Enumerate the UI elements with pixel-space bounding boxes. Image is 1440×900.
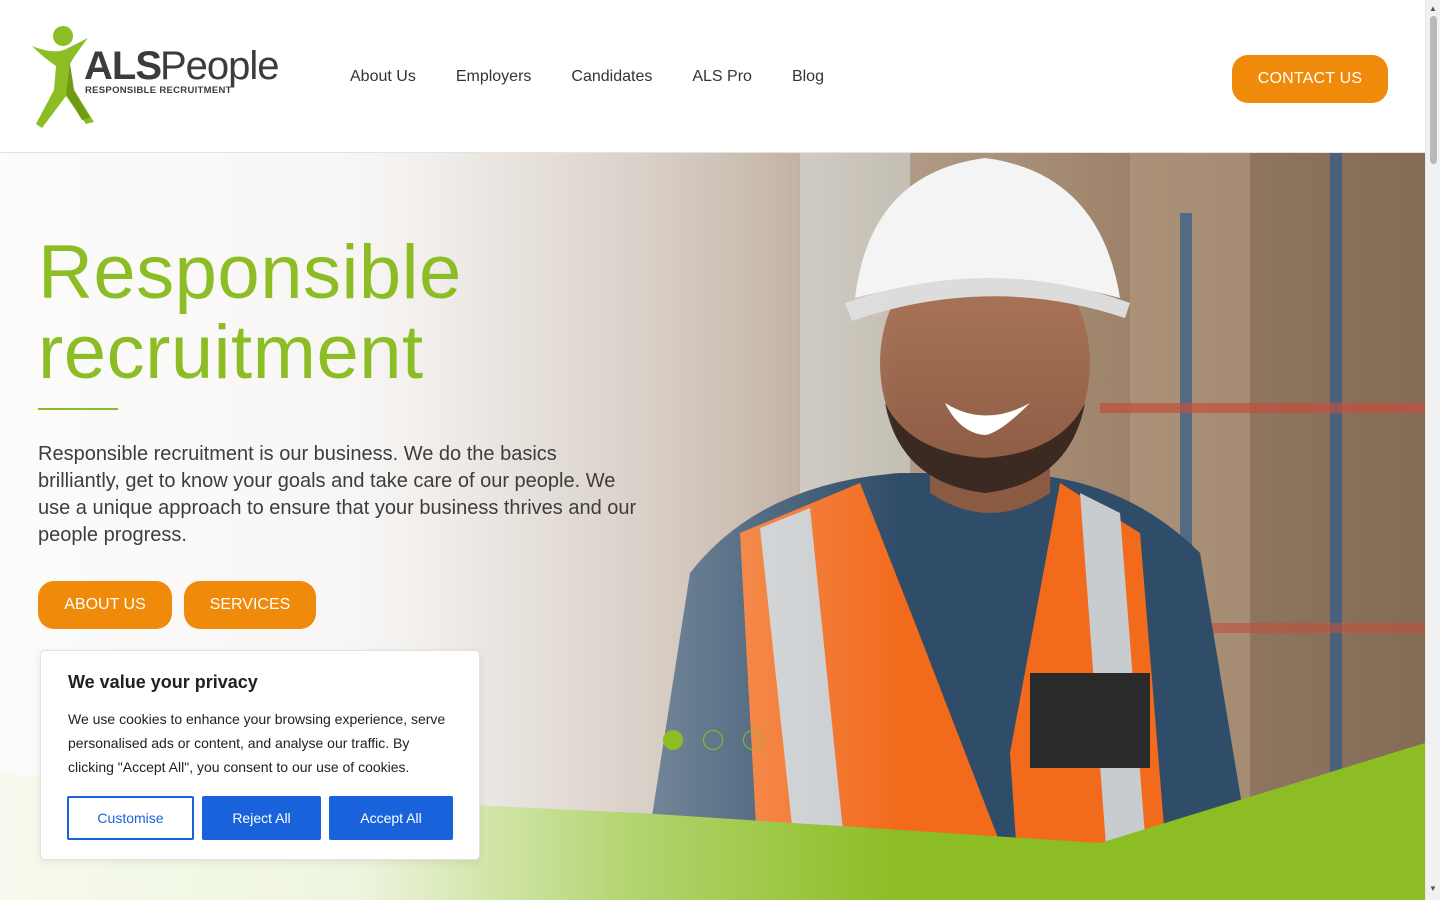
main-nav: About Us Employers Candidates ALS Pro Bl… — [350, 68, 864, 86]
services-button[interactable]: SERVICES — [184, 581, 316, 629]
cookie-title: We value your privacy — [68, 672, 258, 692]
nav-blog[interactable]: Blog — [792, 68, 824, 86]
scrollbar-thumb[interactable] — [1430, 16, 1437, 164]
nav-about-us[interactable]: About Us — [350, 68, 416, 86]
reject-all-button[interactable]: Reject All — [202, 796, 321, 840]
als-people-logo[interactable]: ALS People RESPONSIBLE RECRUITMENT — [30, 24, 280, 128]
about-us-button[interactable]: ABOUT US — [38, 581, 172, 629]
cookie-text: We use cookies to enhance your browsing … — [68, 711, 446, 775]
customise-button[interactable]: Customise — [67, 796, 194, 840]
page-scrollbar[interactable]: ▲ ▼ — [1425, 0, 1440, 900]
nav-employers[interactable]: Employers — [456, 68, 532, 86]
scroll-up-arrow-icon[interactable]: ▲ — [1429, 4, 1437, 13]
accept-all-button[interactable]: Accept All — [329, 796, 453, 840]
cookie-consent-banner: We value your privacy We use cookies to … — [40, 650, 480, 860]
hero-title-line-2: recruitment — [38, 310, 424, 395]
slide-dot-1[interactable] — [663, 730, 683, 750]
hero-description: Responsible recruitment is our business.… — [38, 443, 637, 546]
logo-name-text: People — [160, 44, 280, 88]
logo-brand-text: ALS — [84, 44, 162, 88]
slide-dot-2[interactable] — [703, 730, 723, 750]
hero-title-line-1: Responsible — [38, 230, 462, 315]
scroll-down-arrow-icon[interactable]: ▼ — [1429, 884, 1437, 893]
nav-als-pro[interactable]: ALS Pro — [692, 68, 752, 86]
nav-candidates[interactable]: Candidates — [571, 68, 652, 86]
site-header: ALS People RESPONSIBLE RECRUITMENT About… — [0, 0, 1425, 153]
slider-pagination — [663, 730, 783, 750]
contact-us-button[interactable]: CONTACT US — [1232, 55, 1388, 103]
hero-title: Responsible recruitment — [38, 233, 462, 393]
slide-dot-3[interactable] — [743, 730, 763, 750]
hero-divider — [38, 408, 118, 410]
logo-tagline: RESPONSIBLE RECRUITMENT — [85, 85, 232, 96]
